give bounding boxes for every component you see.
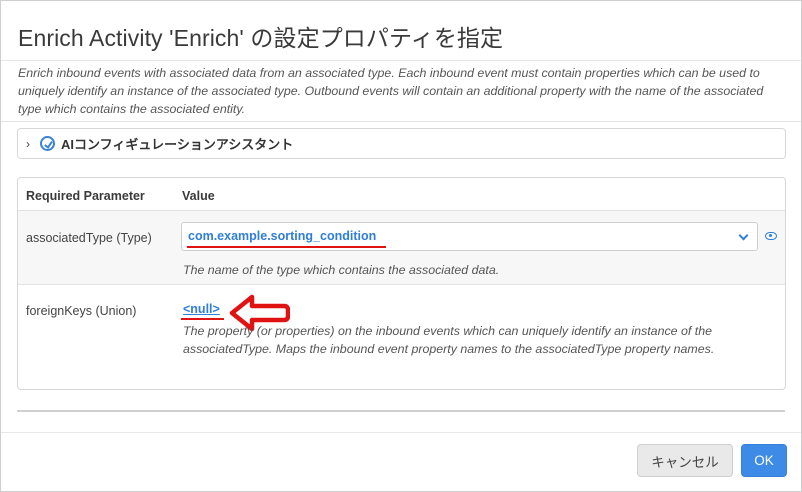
dialog-title: Enrich Activity 'Enrich' の設定プロパティを指定	[18, 25, 504, 51]
chevron-down-icon[interactable]	[738, 230, 749, 241]
ai-assistant-label: AIコンフィギュレーションアシスタント	[61, 137, 294, 152]
ai-assistant-expander[interactable]: › AIコンフィギュレーションアシスタント	[17, 128, 786, 159]
parameter-hint: The property (or properties) on the inbo…	[183, 324, 715, 356]
parameter-name: foreignKeys (Union)	[26, 304, 137, 318]
properties-panel: › AIコンフィギュレーションアシスタント Required Parameter…	[1, 121, 801, 431]
footer-divider	[1, 432, 801, 433]
column-header-parameter: Required Parameter	[26, 189, 145, 203]
parameter-name: associatedType (Type)	[26, 231, 152, 245]
column-header-value: Value	[182, 189, 215, 203]
cancel-button[interactable]: キャンセル	[637, 444, 733, 477]
associated-type-value[interactable]: com.example.sorting_condition	[188, 229, 376, 243]
section-divider	[17, 410, 785, 412]
title-divider	[1, 60, 801, 61]
dialog-description: Enrich inbound events with associated da…	[18, 66, 764, 116]
parameter-hint: The name of the type which contains the …	[183, 263, 500, 277]
required-parameters-table: Required Parameter Value associatedType …	[17, 177, 786, 390]
eye-icon[interactable]	[765, 232, 777, 240]
ok-button[interactable]: OK	[741, 444, 787, 477]
table-row: associatedType (Type) com.example.sortin…	[18, 211, 785, 285]
table-row: foreignKeys (Union) <null> The property …	[18, 286, 785, 389]
chevron-right-icon[interactable]: ›	[26, 137, 40, 151]
annotation-underline	[187, 246, 386, 248]
associated-type-select[interactable]: com.example.sorting_condition	[181, 222, 758, 251]
settings-dialog: Enrich Activity 'Enrich' の設定プロパティを指定 Enr…	[0, 0, 802, 492]
annotation-underline	[181, 318, 224, 320]
ai-assistant-icon	[40, 136, 55, 151]
foreign-keys-value-link[interactable]: <null>	[183, 302, 220, 316]
